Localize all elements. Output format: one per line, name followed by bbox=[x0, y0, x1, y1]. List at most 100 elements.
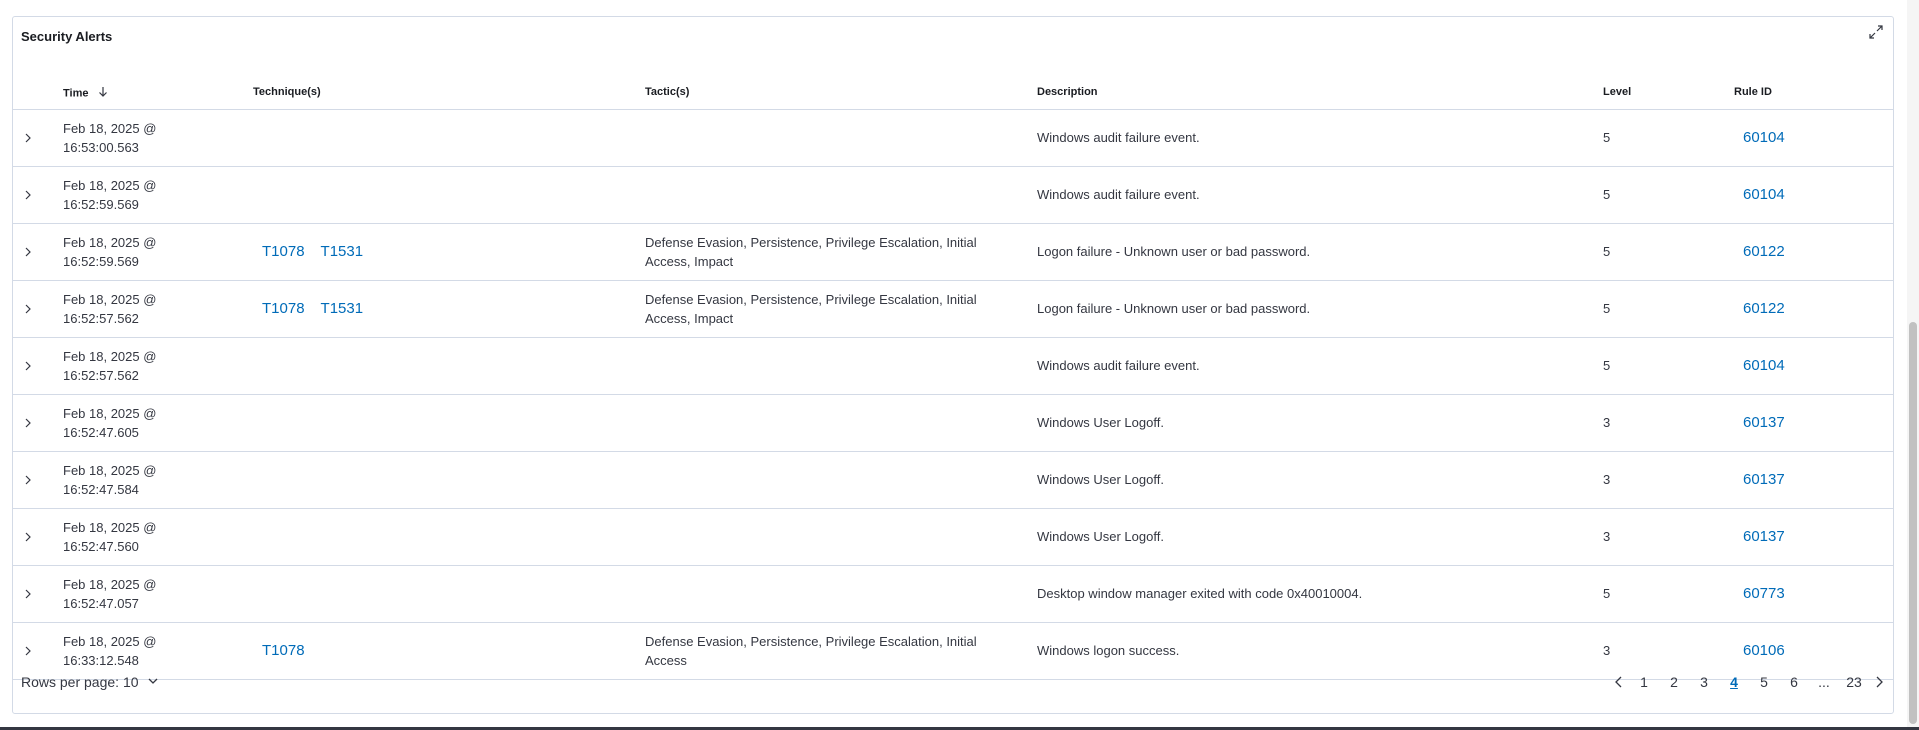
table-row: Feb 18, 2025 @ 16:53:00.563 Windows audi… bbox=[13, 110, 1893, 167]
rule-id-link[interactable]: 60122 bbox=[1743, 300, 1785, 317]
page-button[interactable]: 1 bbox=[1631, 672, 1657, 692]
column-header-tactics: Tactic(s) bbox=[645, 86, 690, 98]
technique-link[interactable]: T1531 bbox=[321, 243, 364, 260]
description-cell: Windows User Logoff. bbox=[1037, 472, 1164, 487]
scrollbar[interactable] bbox=[1907, 0, 1919, 730]
time-cell: Feb 18, 2025 @ 16:52:57.562 bbox=[63, 292, 157, 326]
chevron-down-icon bbox=[147, 674, 159, 690]
rule-id-cell: 60122 bbox=[1743, 242, 1785, 261]
technique-link[interactable]: T1078 bbox=[262, 642, 305, 659]
scrollbar-thumb[interactable] bbox=[1909, 322, 1917, 724]
techniques-cell: T1078 T1531 bbox=[262, 299, 379, 318]
rule-id-link[interactable]: 60106 bbox=[1743, 642, 1785, 659]
description-cell: Logon failure - Unknown user or bad pass… bbox=[1037, 301, 1311, 316]
time-cell: Feb 18, 2025 @ 16:52:47.057 bbox=[63, 577, 157, 611]
rule-id-cell: 60773 bbox=[1743, 584, 1785, 603]
description-cell: Logon failure - Unknown user or bad pass… bbox=[1037, 244, 1311, 259]
expand-row-chevron-icon[interactable] bbox=[21, 244, 35, 260]
expand-row-chevron-icon[interactable] bbox=[21, 415, 35, 431]
security-alerts-panel: Security Alerts Time Technique(s) Tactic… bbox=[12, 16, 1894, 714]
rule-id-cell: 60122 bbox=[1743, 299, 1785, 318]
expand-row-chevron-icon[interactable] bbox=[21, 472, 35, 488]
rule-id-link[interactable]: 60773 bbox=[1743, 585, 1785, 602]
rule-id-link[interactable]: 60137 bbox=[1743, 528, 1785, 545]
expand-row-chevron-icon[interactable] bbox=[21, 130, 35, 146]
column-header-description: Description bbox=[1037, 86, 1098, 98]
page-button[interactable]: 2 bbox=[1661, 672, 1687, 692]
table-footer: Rows per page: 10 1 2 3 4 5 6... 23 bbox=[13, 662, 1893, 712]
rule-id-cell: 60137 bbox=[1743, 470, 1785, 489]
table-header: Time Technique(s) Tactic(s) Description … bbox=[13, 72, 1893, 110]
rule-id-cell: 60137 bbox=[1743, 413, 1785, 432]
description-cell: Desktop window manager exited with code … bbox=[1037, 586, 1363, 601]
description-cell: Windows User Logoff. bbox=[1037, 415, 1164, 430]
table-row: Feb 18, 2025 @ 16:52:59.569 T1078 T1531 D… bbox=[13, 224, 1893, 281]
level-cell: 3 bbox=[1603, 472, 1611, 487]
rows-per-page-selector[interactable]: Rows per page: 10 bbox=[21, 674, 159, 690]
technique-link[interactable]: T1531 bbox=[321, 300, 364, 317]
table-row: Feb 18, 2025 @ 16:52:57.562 T1078 T1531 D… bbox=[13, 281, 1893, 338]
description-cell: Windows audit failure event. bbox=[1037, 187, 1200, 202]
rule-id-link[interactable]: 60122 bbox=[1743, 243, 1785, 260]
level-cell: 5 bbox=[1603, 358, 1611, 373]
page-button[interactable]: 5 bbox=[1751, 672, 1777, 692]
time-cell: Feb 18, 2025 @ 16:52:59.569 bbox=[63, 178, 157, 212]
expand-row-chevron-icon[interactable] bbox=[21, 301, 35, 317]
sort-descending-icon bbox=[98, 86, 108, 101]
expand-row-chevron-icon[interactable] bbox=[21, 586, 35, 602]
rule-id-link[interactable]: 60104 bbox=[1743, 357, 1785, 374]
expand-row-chevron-icon[interactable] bbox=[21, 643, 35, 659]
time-cell: Feb 18, 2025 @ 16:52:47.605 bbox=[63, 406, 157, 440]
pagination: 1 2 3 4 5 6... 23 bbox=[1609, 672, 1889, 692]
table-row: Feb 18, 2025 @ 16:52:59.569 Windows audi… bbox=[13, 167, 1893, 224]
page-button[interactable]: 23 bbox=[1841, 672, 1867, 692]
level-cell: 3 bbox=[1603, 415, 1611, 430]
level-cell: 3 bbox=[1603, 643, 1611, 658]
table-row: Feb 18, 2025 @ 16:52:57.562 Windows audi… bbox=[13, 338, 1893, 395]
description-cell: Windows audit failure event. bbox=[1037, 130, 1200, 145]
page-button[interactable]: 4 bbox=[1721, 672, 1747, 692]
time-cell: Feb 18, 2025 @ 16:52:47.560 bbox=[63, 520, 157, 554]
column-header-rule-id: Rule ID bbox=[1734, 86, 1772, 98]
column-header-time[interactable]: Time bbox=[63, 86, 108, 101]
technique-link[interactable]: T1078 bbox=[262, 243, 305, 260]
column-header-level: Level bbox=[1603, 86, 1632, 98]
expand-row-chevron-icon[interactable] bbox=[21, 529, 35, 545]
expand-icon[interactable] bbox=[1867, 23, 1885, 41]
rule-id-cell: 60104 bbox=[1743, 185, 1785, 204]
level-cell: 5 bbox=[1603, 244, 1611, 259]
previous-page-button[interactable] bbox=[1609, 672, 1629, 692]
level-cell: 5 bbox=[1603, 586, 1611, 601]
table-row: Feb 18, 2025 @ 16:52:47.560 Windows User… bbox=[13, 509, 1893, 566]
pagination-ellipsis: ... bbox=[1818, 674, 1830, 690]
description-cell: Windows User Logoff. bbox=[1037, 529, 1164, 544]
time-cell: Feb 18, 2025 @ 16:52:57.562 bbox=[63, 349, 157, 383]
rule-id-cell: 60104 bbox=[1743, 128, 1785, 147]
tactics-cell: Defense Evasion, Persistence, Privilege … bbox=[645, 235, 977, 269]
technique-link[interactable]: T1078 bbox=[262, 300, 305, 317]
level-cell: 3 bbox=[1603, 529, 1611, 544]
description-cell: Windows audit failure event. bbox=[1037, 358, 1200, 373]
page-button[interactable]: 6 bbox=[1781, 672, 1807, 692]
column-header-techniques: Technique(s) bbox=[253, 86, 321, 98]
expand-row-chevron-icon[interactable] bbox=[21, 358, 35, 374]
description-cell: Windows logon success. bbox=[1037, 643, 1180, 658]
techniques-cell: T1078 T1531 bbox=[262, 242, 379, 261]
next-page-button[interactable] bbox=[1869, 672, 1889, 692]
rule-id-cell: 60104 bbox=[1743, 356, 1785, 375]
expand-row-chevron-icon[interactable] bbox=[21, 187, 35, 203]
table-row: Feb 18, 2025 @ 16:52:47.057 Desktop wind… bbox=[13, 566, 1893, 623]
table-row: Feb 18, 2025 @ 16:52:47.584 Windows User… bbox=[13, 452, 1893, 509]
techniques-cell: T1078 bbox=[262, 641, 321, 660]
time-cell: Feb 18, 2025 @ 16:53:00.563 bbox=[63, 121, 157, 155]
rule-id-link[interactable]: 60104 bbox=[1743, 129, 1785, 146]
rule-id-link[interactable]: 60137 bbox=[1743, 414, 1785, 431]
level-cell: 5 bbox=[1603, 187, 1611, 202]
table-row: Feb 18, 2025 @ 16:52:47.605 Windows User… bbox=[13, 395, 1893, 452]
time-cell: Feb 18, 2025 @ 16:52:47.584 bbox=[63, 463, 157, 497]
rule-id-link[interactable]: 60137 bbox=[1743, 471, 1785, 488]
rule-id-cell: 60137 bbox=[1743, 527, 1785, 546]
rows-per-page-label: Rows per page: 10 bbox=[21, 674, 139, 690]
rule-id-link[interactable]: 60104 bbox=[1743, 186, 1785, 203]
page-button[interactable]: 3 bbox=[1691, 672, 1717, 692]
